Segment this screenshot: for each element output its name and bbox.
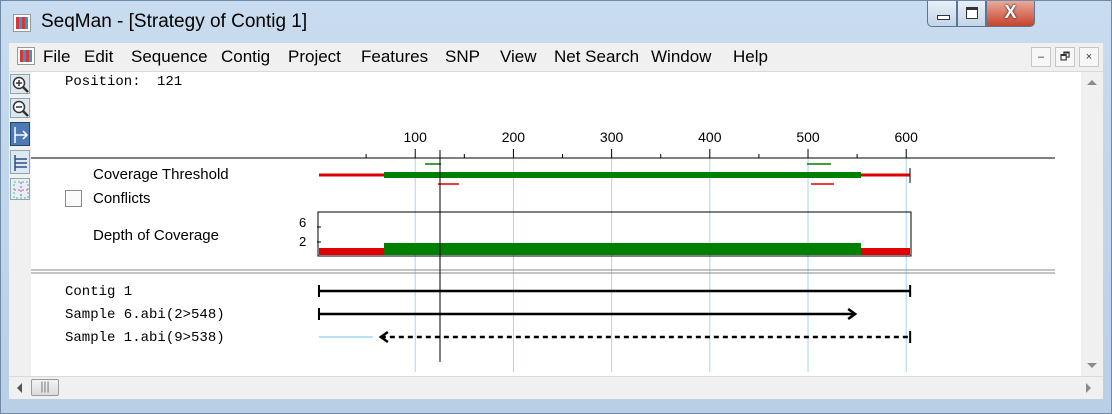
scroll-down-icon[interactable] xyxy=(1087,363,1097,368)
menu-contig[interactable]: Contig xyxy=(221,47,270,67)
fit-all-icon[interactable] xyxy=(10,150,30,174)
scroll-up-icon[interactable] xyxy=(1087,80,1097,85)
menu-sequence[interactable]: Sequence xyxy=(131,47,208,67)
vertical-scrollbar[interactable] xyxy=(1081,72,1103,376)
menu-file[interactable]: File xyxy=(43,47,70,67)
scroll-grip: ||| xyxy=(40,379,50,393)
read-label-sample-1[interactable]: Sample 1.abi(9>538) xyxy=(65,330,225,346)
close-button[interactable]: X xyxy=(986,1,1035,27)
title-bar[interactable]: SeqMan - [Strategy of Contig 1] X xyxy=(1,1,1111,43)
ruler-tick-label: 200 xyxy=(501,129,526,145)
menu-view[interactable]: View xyxy=(500,47,537,67)
depth-low-left xyxy=(319,248,384,255)
mdi-restore-button[interactable]: 🗗 xyxy=(1055,47,1075,67)
menu-net-search[interactable]: Net Search xyxy=(554,47,639,67)
depth-of-coverage-label: Depth of Coverage xyxy=(93,227,219,244)
conflicts-checkbox[interactable] xyxy=(65,190,82,207)
ruler-tick-label: 500 xyxy=(796,129,820,145)
grid-icon[interactable] xyxy=(10,178,30,200)
main-window: SeqMan - [Strategy of Contig 1] X File E… xyxy=(0,0,1112,414)
depth-tick-label-6: 6 xyxy=(299,215,307,230)
minimize-button[interactable] xyxy=(927,1,957,27)
zoom-out-icon[interactable] xyxy=(10,98,30,118)
menu-help[interactable]: Help xyxy=(733,47,768,67)
ruler-tick-label: 300 xyxy=(599,129,624,145)
zoom-in-icon[interactable] xyxy=(10,74,30,94)
conflicts-label: Conflicts xyxy=(93,190,151,207)
menu-project[interactable]: Project xyxy=(288,47,341,67)
depth-low-right xyxy=(861,248,910,255)
coverage-threshold-label: Coverage Threshold xyxy=(93,166,229,183)
menu-edit[interactable]: Edit xyxy=(84,47,113,67)
scroll-right-icon[interactable] xyxy=(1086,383,1091,393)
window-title: SeqMan - [Strategy of Contig 1] xyxy=(41,11,308,32)
mdi-minimize-button[interactable]: – xyxy=(1031,47,1051,67)
maximize-button[interactable] xyxy=(957,1,986,27)
menu-features[interactable]: Features xyxy=(361,47,428,67)
ruler-tick-label: 400 xyxy=(698,129,722,145)
close-icon: X xyxy=(1004,2,1017,22)
ruler-tick-label: 600 xyxy=(894,129,918,145)
contig-label[interactable]: Contig 1 xyxy=(65,284,132,300)
depth-tick-label-2: 2 xyxy=(299,234,307,249)
menu-window[interactable]: Window xyxy=(651,47,711,67)
scroll-thumb[interactable]: ||| xyxy=(31,379,59,396)
strategy-view[interactable]: Position: 121 100 200 300 400 500 600 Coverag… xyxy=(31,72,1081,376)
side-toolbar xyxy=(9,72,31,376)
scroll-left-icon[interactable] xyxy=(17,383,22,393)
fit-horizontal-icon[interactable] xyxy=(10,122,30,146)
app-icon[interactable] xyxy=(13,14,31,32)
ruler-tick-label: 100 xyxy=(403,129,427,145)
horizontal-scrollbar[interactable]: ||| xyxy=(9,376,1103,399)
menu-snp[interactable]: SNP xyxy=(445,47,480,67)
depth-good xyxy=(384,243,861,255)
mdi-close-button[interactable]: × xyxy=(1079,47,1099,67)
menu-bar: File Edit Sequence Contig Project Featur… xyxy=(9,43,1103,72)
document-icon[interactable] xyxy=(17,47,35,65)
read-label-sample-6[interactable]: Sample 6.abi(2>548) xyxy=(65,307,225,323)
